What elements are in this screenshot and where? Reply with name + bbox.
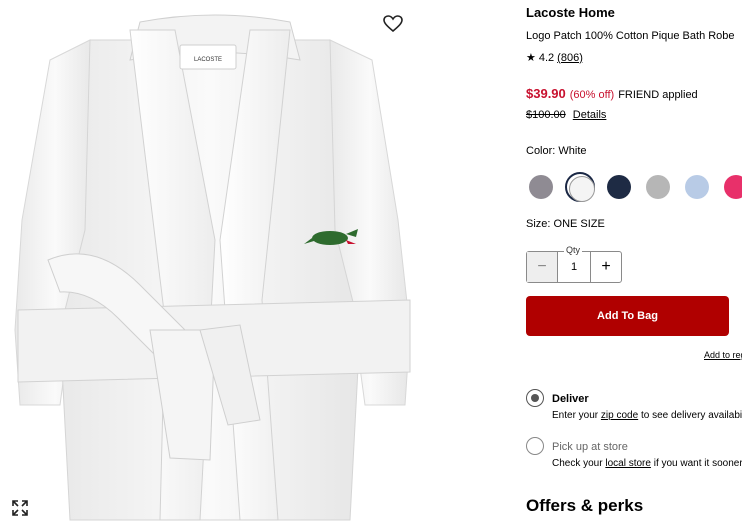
product-brand[interactable]: Lacoste Home bbox=[526, 5, 615, 20]
pickup-text: Check your bbox=[552, 458, 603, 469]
swatch-color bbox=[607, 175, 631, 199]
add-to-registry-link[interactable]: Add to registry bbox=[704, 350, 742, 360]
color-swatch-heather[interactable] bbox=[643, 172, 673, 202]
pickup-radio[interactable] bbox=[526, 437, 544, 455]
quantity-increase-button[interactable]: + bbox=[590, 252, 621, 282]
quantity-label: Qty bbox=[564, 245, 583, 255]
pickup-text-suffix: if you want it sooner bbox=[653, 458, 742, 469]
swatch-color bbox=[724, 175, 742, 199]
rating-value: 4.2 bbox=[538, 51, 555, 64]
sale-price: $39.90 bbox=[526, 86, 566, 101]
price-row: $39.90 (60% off) FRIEND applied bbox=[526, 86, 698, 101]
color-swatch-navy[interactable] bbox=[604, 172, 634, 202]
svg-text:LACOSTE: LACOSTE bbox=[194, 57, 222, 63]
product-image[interactable]: LACOSTE bbox=[0, 0, 430, 526]
original-price-row: $100.00 Details bbox=[526, 109, 606, 121]
product-details-panel: Lacoste Home Logo Patch 100% Cotton Piqu… bbox=[526, 0, 742, 526]
deliver-description: Enter your zip code to see delivery avai… bbox=[552, 410, 742, 421]
color-swatch-light-blue[interactable] bbox=[682, 172, 712, 202]
size-label: Size: ONE SIZE bbox=[526, 218, 605, 230]
color-label: Color: White bbox=[526, 145, 587, 157]
pickup-title: Pick up at store bbox=[552, 441, 628, 453]
quantity-decrease-button[interactable]: − bbox=[527, 252, 558, 282]
deliver-text: Enter your bbox=[552, 410, 599, 421]
heart-icon bbox=[383, 15, 403, 33]
product-image-area: LACOSTE bbox=[0, 0, 430, 526]
zoom-button[interactable] bbox=[8, 496, 32, 520]
zip-code-link[interactable]: zip code bbox=[601, 410, 638, 421]
product-name: Logo Patch 100% Cotton Pique Bath Robe bbox=[526, 30, 735, 42]
color-swatch-pink[interactable] bbox=[721, 172, 742, 202]
color-swatches bbox=[526, 172, 742, 202]
color-swatch-gray[interactable] bbox=[526, 172, 556, 202]
deliver-title: Deliver bbox=[552, 393, 589, 405]
swatch-color bbox=[685, 175, 709, 199]
wishlist-button[interactable] bbox=[380, 11, 406, 37]
quantity-stepper: − 1 + Qty bbox=[526, 245, 622, 283]
offers-heading: Offers & perks bbox=[526, 496, 644, 515]
quantity-box: − 1 + bbox=[526, 251, 622, 283]
rating-summary: ★ 4.2 (806) bbox=[526, 51, 583, 65]
original-price: $100.00 bbox=[526, 109, 566, 121]
price-details-link[interactable]: Details bbox=[573, 109, 607, 121]
deliver-radio[interactable] bbox=[526, 389, 544, 407]
discount-percent: (60% off) bbox=[569, 89, 615, 101]
swatch-color bbox=[529, 175, 553, 199]
star-icon: ★ bbox=[526, 52, 536, 64]
expand-icon bbox=[12, 500, 28, 516]
swatch-color bbox=[646, 175, 670, 199]
swatch-color bbox=[569, 176, 595, 202]
quantity-value[interactable]: 1 bbox=[558, 252, 590, 282]
review-count-link[interactable]: (806) bbox=[557, 52, 583, 64]
promo-applied: FRIEND applied bbox=[618, 89, 698, 101]
color-swatch-white[interactable] bbox=[565, 172, 595, 202]
deliver-text-suffix: to see delivery availability bbox=[640, 410, 742, 421]
pickup-description: Check your local store if you want it so… bbox=[552, 458, 742, 469]
add-to-bag-button[interactable]: Add To Bag bbox=[526, 296, 729, 336]
local-store-link[interactable]: local store bbox=[605, 458, 651, 469]
